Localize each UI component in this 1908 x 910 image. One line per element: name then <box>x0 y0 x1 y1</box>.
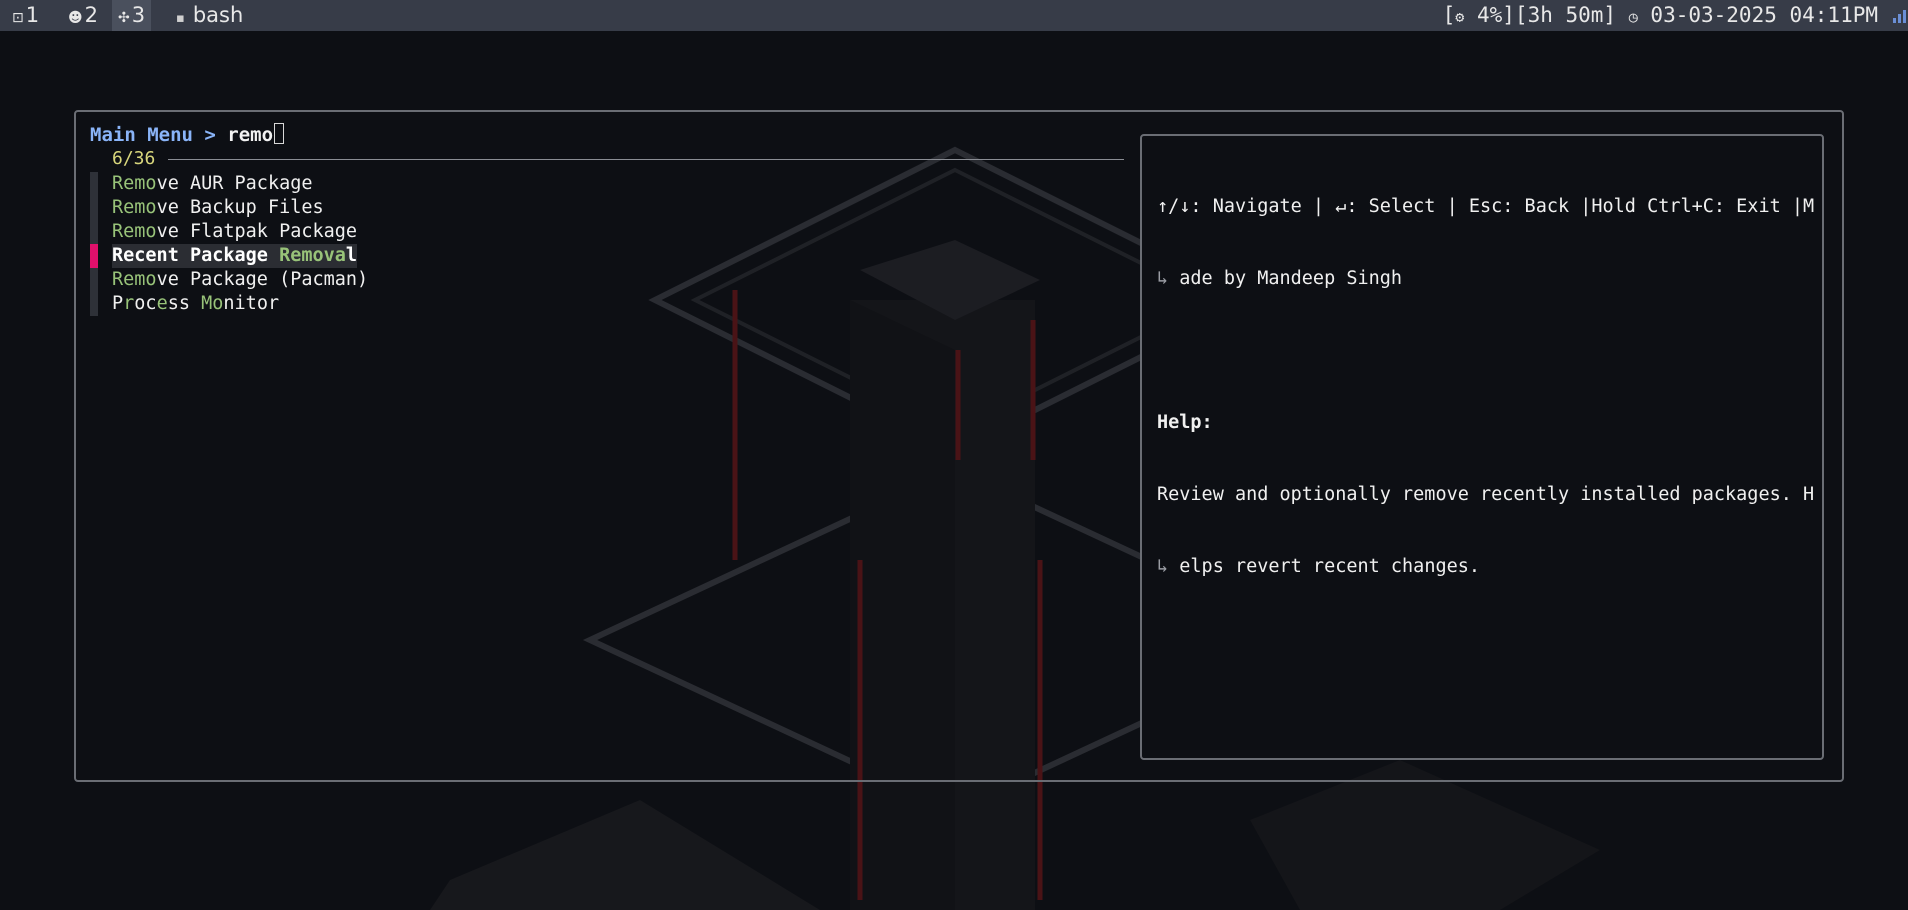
list-item-selected[interactable]: Recent Package Removal <box>90 244 358 268</box>
workspace-label: 1 <box>25 3 40 27</box>
workspace-2-button[interactable]: ☻2 <box>62 0 104 31</box>
item-label: Remove Backup Files <box>112 197 324 218</box>
active-window-title: ▪ bash <box>176 0 243 34</box>
match-highlight: Remo <box>112 173 157 194</box>
workspace-3-button[interactable]: ✣3 <box>112 0 152 31</box>
list-item[interactable]: Remove AUR Package <box>90 172 313 196</box>
list-item[interactable]: Remove Backup Files <box>90 196 324 220</box>
match-count-row: 6/36 <box>112 147 1124 171</box>
match-count: 6/36 <box>112 148 164 169</box>
row-gutter <box>90 292 98 316</box>
workspace-label: 2 <box>84 3 98 27</box>
signal-tray-icon[interactable] <box>1892 6 1906 24</box>
system-status: [⚙ 4%][3h 50m] ◷ 03-03-2025 04:11PM <box>1442 3 1878 27</box>
workspace-1-button[interactable]: ⊡1 <box>6 0 45 31</box>
row-gutter <box>90 220 98 244</box>
wrap-indicator: ↳ <box>1157 268 1169 289</box>
top-status-bar: ⊡1 ☻2 ✣3 ▪ bash [⚙ 4%][3h 50m] ◷ 03-03-20… <box>0 0 1908 31</box>
gamepad-icon: ☻ <box>68 10 83 26</box>
row-gutter <box>90 268 98 292</box>
row-gutter <box>90 172 98 196</box>
terminal-icon: ⊡ <box>12 10 24 26</box>
window-title-text: bash <box>192 3 244 27</box>
cluster-icon: ✣ <box>118 10 130 26</box>
item-label: Remove Flatpak Package <box>112 221 358 242</box>
list-item[interactable]: Remove Package (Pacman) <box>90 268 368 292</box>
help-heading: Help: <box>1157 412 1213 433</box>
cpu-usage: 4%] <box>1476 3 1515 27</box>
match-highlight: Remo <box>112 269 157 290</box>
selection-indicator <box>90 244 98 268</box>
help-text-continued: elps revert recent changes. <box>1168 556 1481 577</box>
uptime: [3h 50m] <box>1514 3 1617 27</box>
clock-icon: ◷ <box>1628 8 1638 26</box>
match-highlight: Remo <box>112 221 157 242</box>
item-label: Recent Package Removal <box>112 244 358 268</box>
datetime: 03-03-2025 04:11PM <box>1650 3 1878 27</box>
terminal-app-icon: ▪ <box>176 11 185 26</box>
workspace-label: 3 <box>131 3 146 27</box>
row-gutter <box>90 196 98 220</box>
divider <box>168 159 1124 160</box>
credit-text: ade by Mandeep Singh <box>1168 268 1403 289</box>
item-label: Process Monitor <box>112 293 280 314</box>
item-label: Remove AUR Package <box>112 173 313 194</box>
search-input[interactable]: remo <box>227 124 273 146</box>
preview-content: ↑/↓: Navigate | ↵: Select | Esc: Back |H… <box>1157 147 1814 603</box>
breadcrumb: Main Menu > <box>90 124 228 146</box>
list-item[interactable]: Remove Flatpak Package <box>90 220 357 244</box>
list-item[interactable]: Process Monitor <box>90 292 279 316</box>
match-highlight: Remova <box>279 245 346 266</box>
help-text: Review and optionally remove recently in… <box>1157 484 1815 505</box>
cpu-icon: ⚙ <box>1455 8 1465 26</box>
result-list: Remove AUR Package Remove Backup Files R… <box>90 172 368 316</box>
keybinding-hints: ↑/↓: Navigate | ↵: Select | Esc: Back |H… <box>1157 196 1815 217</box>
wrap-indicator: ↳ <box>1157 556 1169 577</box>
text-cursor <box>274 123 285 144</box>
item-label: Remove Package (Pacman) <box>112 269 369 290</box>
search-prompt[interactable]: Main Menu > remo <box>90 122 285 148</box>
match-highlight: Remo <box>112 197 157 218</box>
